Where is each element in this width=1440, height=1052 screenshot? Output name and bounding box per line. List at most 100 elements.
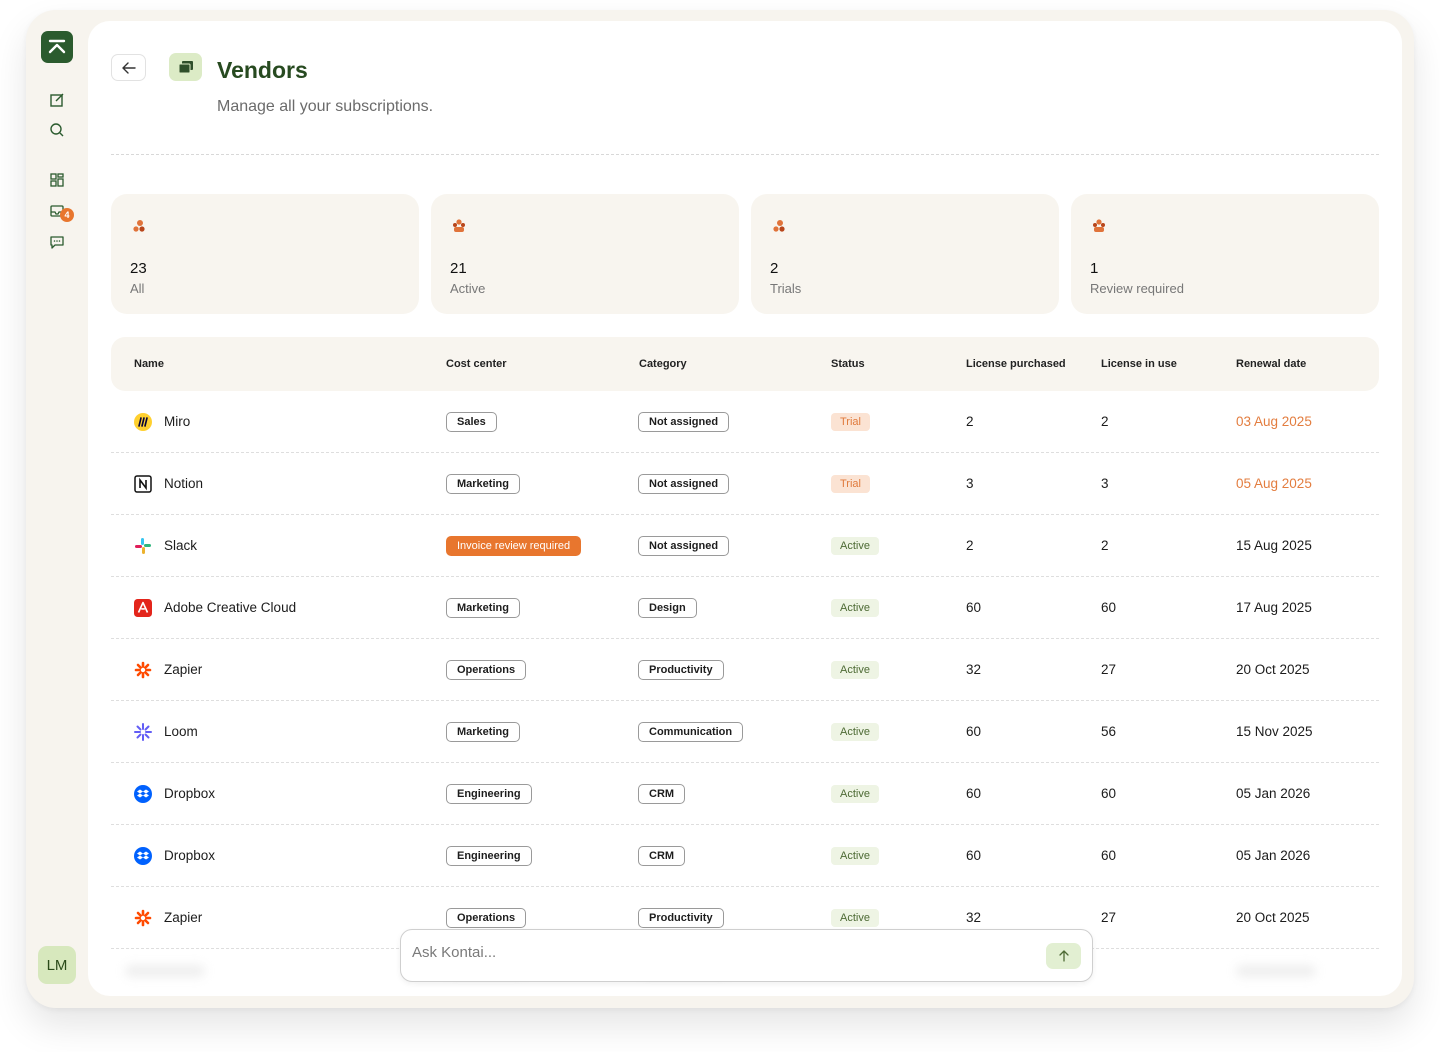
inbox-badge: 4: [60, 208, 74, 222]
vendor-name[interactable]: Loom: [164, 724, 198, 739]
cost-center-tag[interactable]: Operations: [446, 907, 527, 928]
license-in-use-cell: 60: [1101, 848, 1117, 863]
chat-icon[interactable]: [47, 232, 67, 252]
category-cell: Not assigned: [638, 515, 730, 576]
table-row[interactable]: Miro Sales Not assigned Trial 2 2 03 Aug 2025: [111, 391, 1379, 453]
category-cell: CRM: [638, 825, 686, 886]
users-icon: [1093, 219, 1105, 232]
vendor-name[interactable]: Dropbox: [164, 848, 215, 863]
dropbox-logo: [134, 784, 152, 803]
category-tag[interactable]: CRM: [638, 783, 686, 804]
category-tag[interactable]: Productivity: [638, 659, 724, 680]
cost-center-tag[interactable]: Marketing: [446, 597, 520, 618]
category-cell: Not assigned: [638, 453, 730, 514]
vendor-name[interactable]: Dropbox: [164, 786, 215, 801]
column-header-status[interactable]: Status: [831, 358, 865, 370]
table-row[interactable]: Adobe Creative Cloud Marketing Design Activ…: [111, 577, 1379, 639]
column-header-name[interactable]: Name: [134, 358, 164, 370]
table-row[interactable]: Zapier Operations Productivity Active 32 27 20…: [111, 639, 1379, 701]
cost-center-tag[interactable]: Invoice review required: [446, 535, 582, 556]
category-tag[interactable]: Not assigned: [638, 473, 730, 494]
status-badge: Active: [831, 722, 879, 741]
column-header-license-purchased[interactable]: License purchased: [966, 358, 1066, 370]
license-in-use-cell: 27: [1101, 662, 1117, 677]
status-badge: Active: [831, 660, 879, 679]
status-cell: Active: [831, 515, 879, 576]
category-tag[interactable]: Not assigned: [638, 535, 730, 556]
vendor-name[interactable]: Adobe Creative Cloud: [164, 600, 296, 615]
category-cell: Not assigned: [638, 391, 730, 452]
status-cell: Active: [831, 825, 879, 886]
status-badge: Active: [831, 784, 879, 803]
category-cell: Communication: [638, 701, 744, 762]
cost-center-tag[interactable]: Engineering: [446, 783, 532, 804]
cost-center-cell: Marketing: [446, 577, 520, 638]
vendor-name[interactable]: Miro: [164, 414, 190, 429]
category-tag[interactable]: Not assigned: [638, 411, 730, 432]
status-badge: Active: [831, 598, 879, 617]
table-row[interactable]: Loom Marketing Communication Active 60 56 15 N…: [111, 701, 1379, 763]
search-icon[interactable]: [47, 120, 67, 140]
vendor-name-cell: Notion: [134, 453, 203, 514]
column-header-cost-center[interactable]: Cost center: [446, 358, 507, 370]
vendor-name-cell: Dropbox: [134, 763, 215, 824]
license-purchased-cell: 2: [966, 538, 974, 553]
compose-icon[interactable]: [47, 90, 67, 110]
column-header-license-in-use[interactable]: License in use: [1101, 358, 1177, 370]
vendor-name[interactable]: Notion: [164, 476, 203, 491]
dashboard-icon[interactable]: [47, 170, 67, 190]
license-in-use-cell: 3: [1101, 476, 1109, 491]
page-title: Vendors: [217, 57, 308, 83]
vendor-name-cell: Adobe Creative Cloud: [134, 577, 296, 638]
vendor-name-cell: Dropbox: [134, 825, 215, 886]
app-logo[interactable]: [41, 31, 73, 63]
status-badge: Active: [831, 846, 879, 865]
table-row[interactable]: Dropbox Engineering CRM Active 60 60 05 Jan 20…: [111, 825, 1379, 887]
dropbox-logo: [134, 846, 152, 865]
vendor-name[interactable]: Zapier: [164, 662, 202, 677]
back-button[interactable]: [111, 54, 146, 81]
cost-center-tag[interactable]: Marketing: [446, 721, 520, 742]
stat-card-all[interactable]: 23 All: [111, 194, 419, 314]
renewal-date-cell: 15 Aug 2025: [1236, 538, 1312, 553]
table-row[interactable]: Slack Invoice review required Not assigned…: [111, 515, 1379, 577]
category-tag[interactable]: Design: [638, 597, 697, 618]
category-tag[interactable]: CRM: [638, 845, 686, 866]
avatar[interactable]: LM: [38, 946, 76, 984]
category-tag[interactable]: Productivity: [638, 907, 724, 928]
send-button[interactable]: [1046, 943, 1081, 969]
stat-value: 23: [130, 260, 147, 277]
zapier-logo: [134, 661, 152, 679]
stat-value: 1: [1090, 260, 1099, 277]
cost-center-tag[interactable]: Marketing: [446, 473, 520, 494]
column-header-category[interactable]: Category: [639, 358, 687, 370]
stat-card-trials[interactable]: 2 Trials: [751, 194, 1059, 314]
license-in-use-cell: 56: [1101, 724, 1117, 739]
cost-center-tag[interactable]: Engineering: [446, 845, 532, 866]
cost-center-cell: Sales: [446, 391, 497, 452]
ask-input[interactable]: [412, 944, 1012, 961]
vendors-folder-icon: [169, 53, 202, 81]
status-cell: Trial: [831, 453, 870, 514]
vendor-name[interactable]: Zapier: [164, 910, 202, 925]
main-panel: Vendors Manage all your subscriptions. 2…: [88, 21, 1402, 996]
license-purchased-cell: 2: [966, 414, 974, 429]
vendor-name[interactable]: Slack: [164, 538, 197, 553]
table-row[interactable]: Notion Marketing Not assigned Trial 3 3 05 Aug…: [111, 453, 1379, 515]
status-cell: Active: [831, 639, 879, 700]
notion-logo: [134, 474, 152, 493]
category-tag[interactable]: Communication: [638, 721, 744, 742]
cost-center-tag[interactable]: Operations: [446, 659, 527, 680]
cost-center-cell: Invoice review required: [446, 515, 582, 576]
stat-card-review-required[interactable]: 1 Review required: [1071, 194, 1379, 314]
column-header-renewal-date[interactable]: Renewal date: [1236, 358, 1306, 370]
status-cell: Trial: [831, 391, 870, 452]
arrow-up-icon: [1058, 950, 1069, 962]
table-row[interactable]: Dropbox Engineering CRM Active 60 60 05 Jan 20…: [111, 763, 1379, 825]
license-in-use-cell: 2: [1101, 414, 1109, 429]
status-badge: Trial: [831, 412, 870, 431]
cost-center-tag[interactable]: Sales: [446, 411, 497, 432]
stat-card-active[interactable]: 21 Active: [431, 194, 739, 314]
stat-label: Review required: [1090, 281, 1184, 296]
header-divider: [111, 154, 1379, 155]
